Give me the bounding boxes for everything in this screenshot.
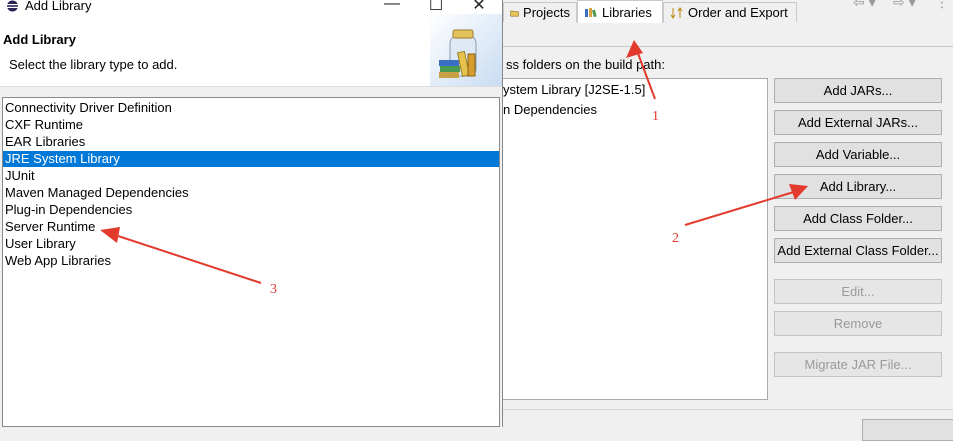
list-item[interactable]: Maven Managed Dependencies bbox=[3, 185, 499, 201]
apply-button[interactable] bbox=[862, 419, 953, 441]
order-icon bbox=[670, 6, 683, 19]
folder-icon bbox=[510, 10, 519, 17]
add-library-dialog: Add Library — ☐ ✕ Add Library Select the… bbox=[0, 0, 503, 427]
list-item-selected[interactable]: JRE System Library bbox=[3, 151, 499, 167]
list-item[interactable]: User Library bbox=[3, 236, 499, 252]
header-description: Select the library type to add. bbox=[9, 57, 178, 72]
tree-item-dependencies[interactable]: n Dependencies bbox=[503, 102, 597, 117]
tab-label: Libraries bbox=[602, 4, 652, 20]
close-icon[interactable]: ✕ bbox=[464, 0, 494, 15]
list-item[interactable]: JUnit bbox=[3, 168, 499, 184]
annotation-number-1: 1 bbox=[652, 109, 659, 124]
add-variable-button[interactable]: Add Variable... bbox=[774, 142, 942, 167]
library-type-list[interactable]: Connectivity Driver Definition CXF Runti… bbox=[2, 97, 500, 427]
minimize-icon[interactable]: — bbox=[377, 0, 407, 13]
list-item[interactable]: Server Runtime bbox=[3, 219, 499, 235]
edit-button[interactable]: Edit... bbox=[774, 279, 942, 304]
add-external-class-folder-button[interactable]: Add External Class Folder... bbox=[774, 238, 942, 263]
header-title: Add Library bbox=[3, 32, 76, 47]
eclipse-icon bbox=[7, 0, 18, 12]
tab-divider bbox=[502, 46, 953, 47]
tab-label: Order and Export bbox=[688, 5, 788, 20]
list-item[interactable]: Web App Libraries bbox=[3, 253, 499, 269]
list-item[interactable]: Plug-in Dependencies bbox=[3, 202, 499, 218]
add-jars-button[interactable]: Add JARs... bbox=[774, 78, 942, 103]
migrate-jar-button[interactable]: Migrate JAR File... bbox=[774, 352, 942, 377]
section-label: ss folders on the build path: bbox=[506, 57, 665, 72]
build-path-tree[interactable]: ystem Library [J2SE-1.5] n Dependencies bbox=[502, 78, 768, 400]
tab-label: Projects bbox=[523, 5, 570, 20]
add-external-jars-button[interactable]: Add External JARs... bbox=[774, 110, 942, 135]
remove-button[interactable]: Remove bbox=[774, 311, 942, 336]
maximize-icon[interactable]: ☐ bbox=[421, 0, 451, 15]
dialog-title: Add Library bbox=[25, 0, 92, 13]
forward-arrow-icon[interactable]: ⇨ ▾ bbox=[893, 0, 916, 11]
back-arrow-icon[interactable]: ⇦ ▾ bbox=[853, 0, 876, 11]
annotation-number-2: 2 bbox=[672, 231, 679, 246]
library-jar-icon bbox=[430, 14, 502, 86]
tab-libraries[interactable]: Libraries bbox=[577, 0, 663, 23]
library-icon bbox=[585, 8, 597, 18]
list-item[interactable]: CXF Runtime bbox=[3, 117, 499, 133]
add-class-folder-button[interactable]: Add Class Folder... bbox=[774, 206, 942, 231]
list-item[interactable]: Connectivity Driver Definition bbox=[3, 100, 499, 116]
tab-projects[interactable]: Projects bbox=[503, 2, 577, 22]
add-library-button[interactable]: Add Library... bbox=[774, 174, 942, 199]
annotation-number-3: 3 bbox=[270, 282, 277, 297]
tree-item-jre[interactable]: ystem Library [J2SE-1.5] bbox=[503, 82, 645, 97]
dialog-header bbox=[0, 14, 502, 87]
list-item[interactable]: EAR Libraries bbox=[3, 134, 499, 150]
tab-order-and-export[interactable]: Order and Export bbox=[663, 2, 797, 22]
menu-icon[interactable]: ⋮ bbox=[935, 0, 949, 11]
